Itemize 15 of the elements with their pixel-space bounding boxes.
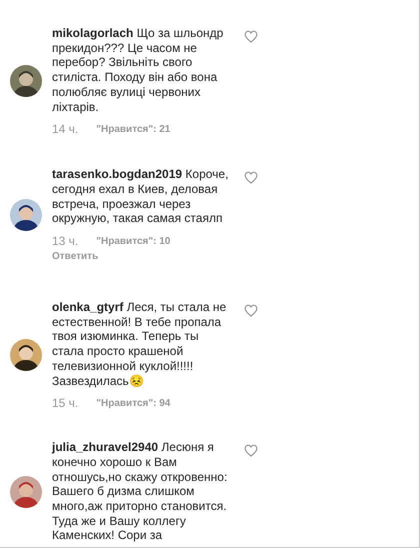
reply-link[interactable]: Ответить	[52, 251, 230, 262]
comment-time: 14 ч.	[52, 123, 78, 136]
comment-time: 13 ч.	[52, 235, 78, 248]
comment-text: tarasenko.bogdan2019 Короче, сегодня ехал в Киев, деловая встреча, проезжал через окружную, такая самая стаялп	[52, 167, 230, 226]
comment-text: julia_zhuravel2940 Лесюня я конечно хорошо к Вам отношусь,но скажу откровенно: Вашего б дизма слишком много,аж приторно становится. Туда же и Вашу коллегу Каменских! Сори за	[52, 440, 228, 544]
heart-icon[interactable]	[244, 304, 258, 318]
heart-icon[interactable]	[244, 171, 258, 184]
comment-text: olenka_gtyrf Леся, ты стала не естественной! В тебе пропала твоя изюминка. Теперь ты стала просто крашеной телевизионной куклой!!!!! Зазвездилась😣	[52, 300, 228, 388]
heart-icon[interactable]	[244, 30, 258, 43]
comment-time: 15 ч.	[52, 397, 78, 410]
heart-icon[interactable]	[244, 444, 258, 458]
likes-count: "Нравится": 10	[96, 235, 170, 248]
comment-text: mikolagorlach Що за шльондр прекидон??? Це часом не перебор? Звільніть свого стиліста. Походу він або вона полюбляє вулиці червоних ліхтарів.	[52, 26, 224, 114]
likes-count: "Нравится": 94	[96, 397, 170, 410]
likes-count: "Нравится": 21	[96, 123, 170, 136]
